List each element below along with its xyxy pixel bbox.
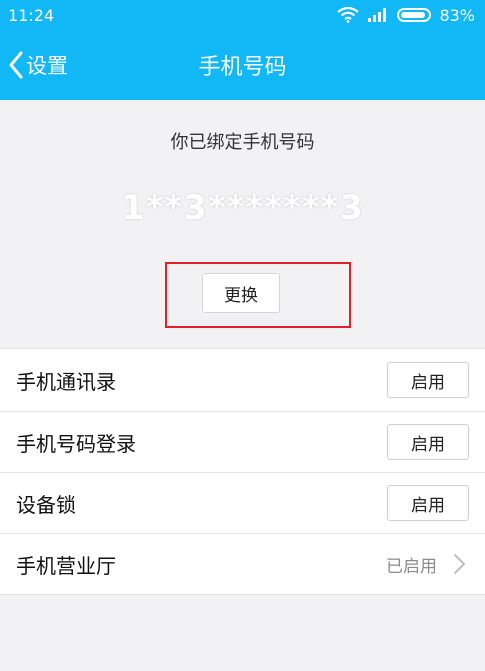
- row-device-lock[interactable]: 设备锁 启用: [0, 472, 485, 533]
- bound-phone-section: 你已绑定手机号码 1**3*******3 更换: [0, 100, 485, 348]
- nav-bar: 设置 手机号码: [0, 30, 485, 100]
- chevron-right-icon: [454, 554, 465, 574]
- row-label: 设备锁: [16, 492, 76, 517]
- change-phone-button[interactable]: 更换: [202, 273, 280, 313]
- back-button[interactable]: 设置: [8, 48, 68, 82]
- row-mobile-hall[interactable]: 手机营业厅 已启用: [0, 533, 485, 594]
- enabled-status: 已启用: [386, 556, 437, 577]
- masked-phone-number: 1**3*******3: [121, 188, 364, 228]
- back-label: 设置: [26, 54, 68, 78]
- status-bar: 11:24 83%: [0, 0, 485, 30]
- battery-percent: 83%: [439, 5, 475, 25]
- enable-phone-login-button[interactable]: 启用: [387, 424, 469, 460]
- row-label: 手机营业厅: [16, 553, 116, 578]
- enable-device-lock-button[interactable]: 启用: [387, 485, 469, 521]
- status-time: 11:24: [8, 5, 55, 25]
- status-icons: 83%: [337, 6, 475, 25]
- signal-icon: [368, 8, 387, 22]
- enable-contacts-button[interactable]: 启用: [387, 362, 469, 398]
- settings-list: 手机通讯录 启用 手机号码登录 启用 设备锁 启用 手机营业厅 已启用: [0, 348, 485, 595]
- row-label: 手机通讯录: [16, 369, 116, 394]
- chevron-left-icon: [9, 51, 23, 79]
- row-contacts[interactable]: 手机通讯录 启用: [0, 349, 485, 411]
- wifi-icon: [337, 7, 360, 23]
- page-title: 手机号码: [198, 55, 287, 80]
- row-label: 手机号码登录: [16, 431, 136, 456]
- bound-phone-label: 你已绑定手机号码: [170, 132, 315, 153]
- battery-icon: [397, 8, 432, 22]
- row-phone-login[interactable]: 手机号码登录 启用: [0, 411, 485, 472]
